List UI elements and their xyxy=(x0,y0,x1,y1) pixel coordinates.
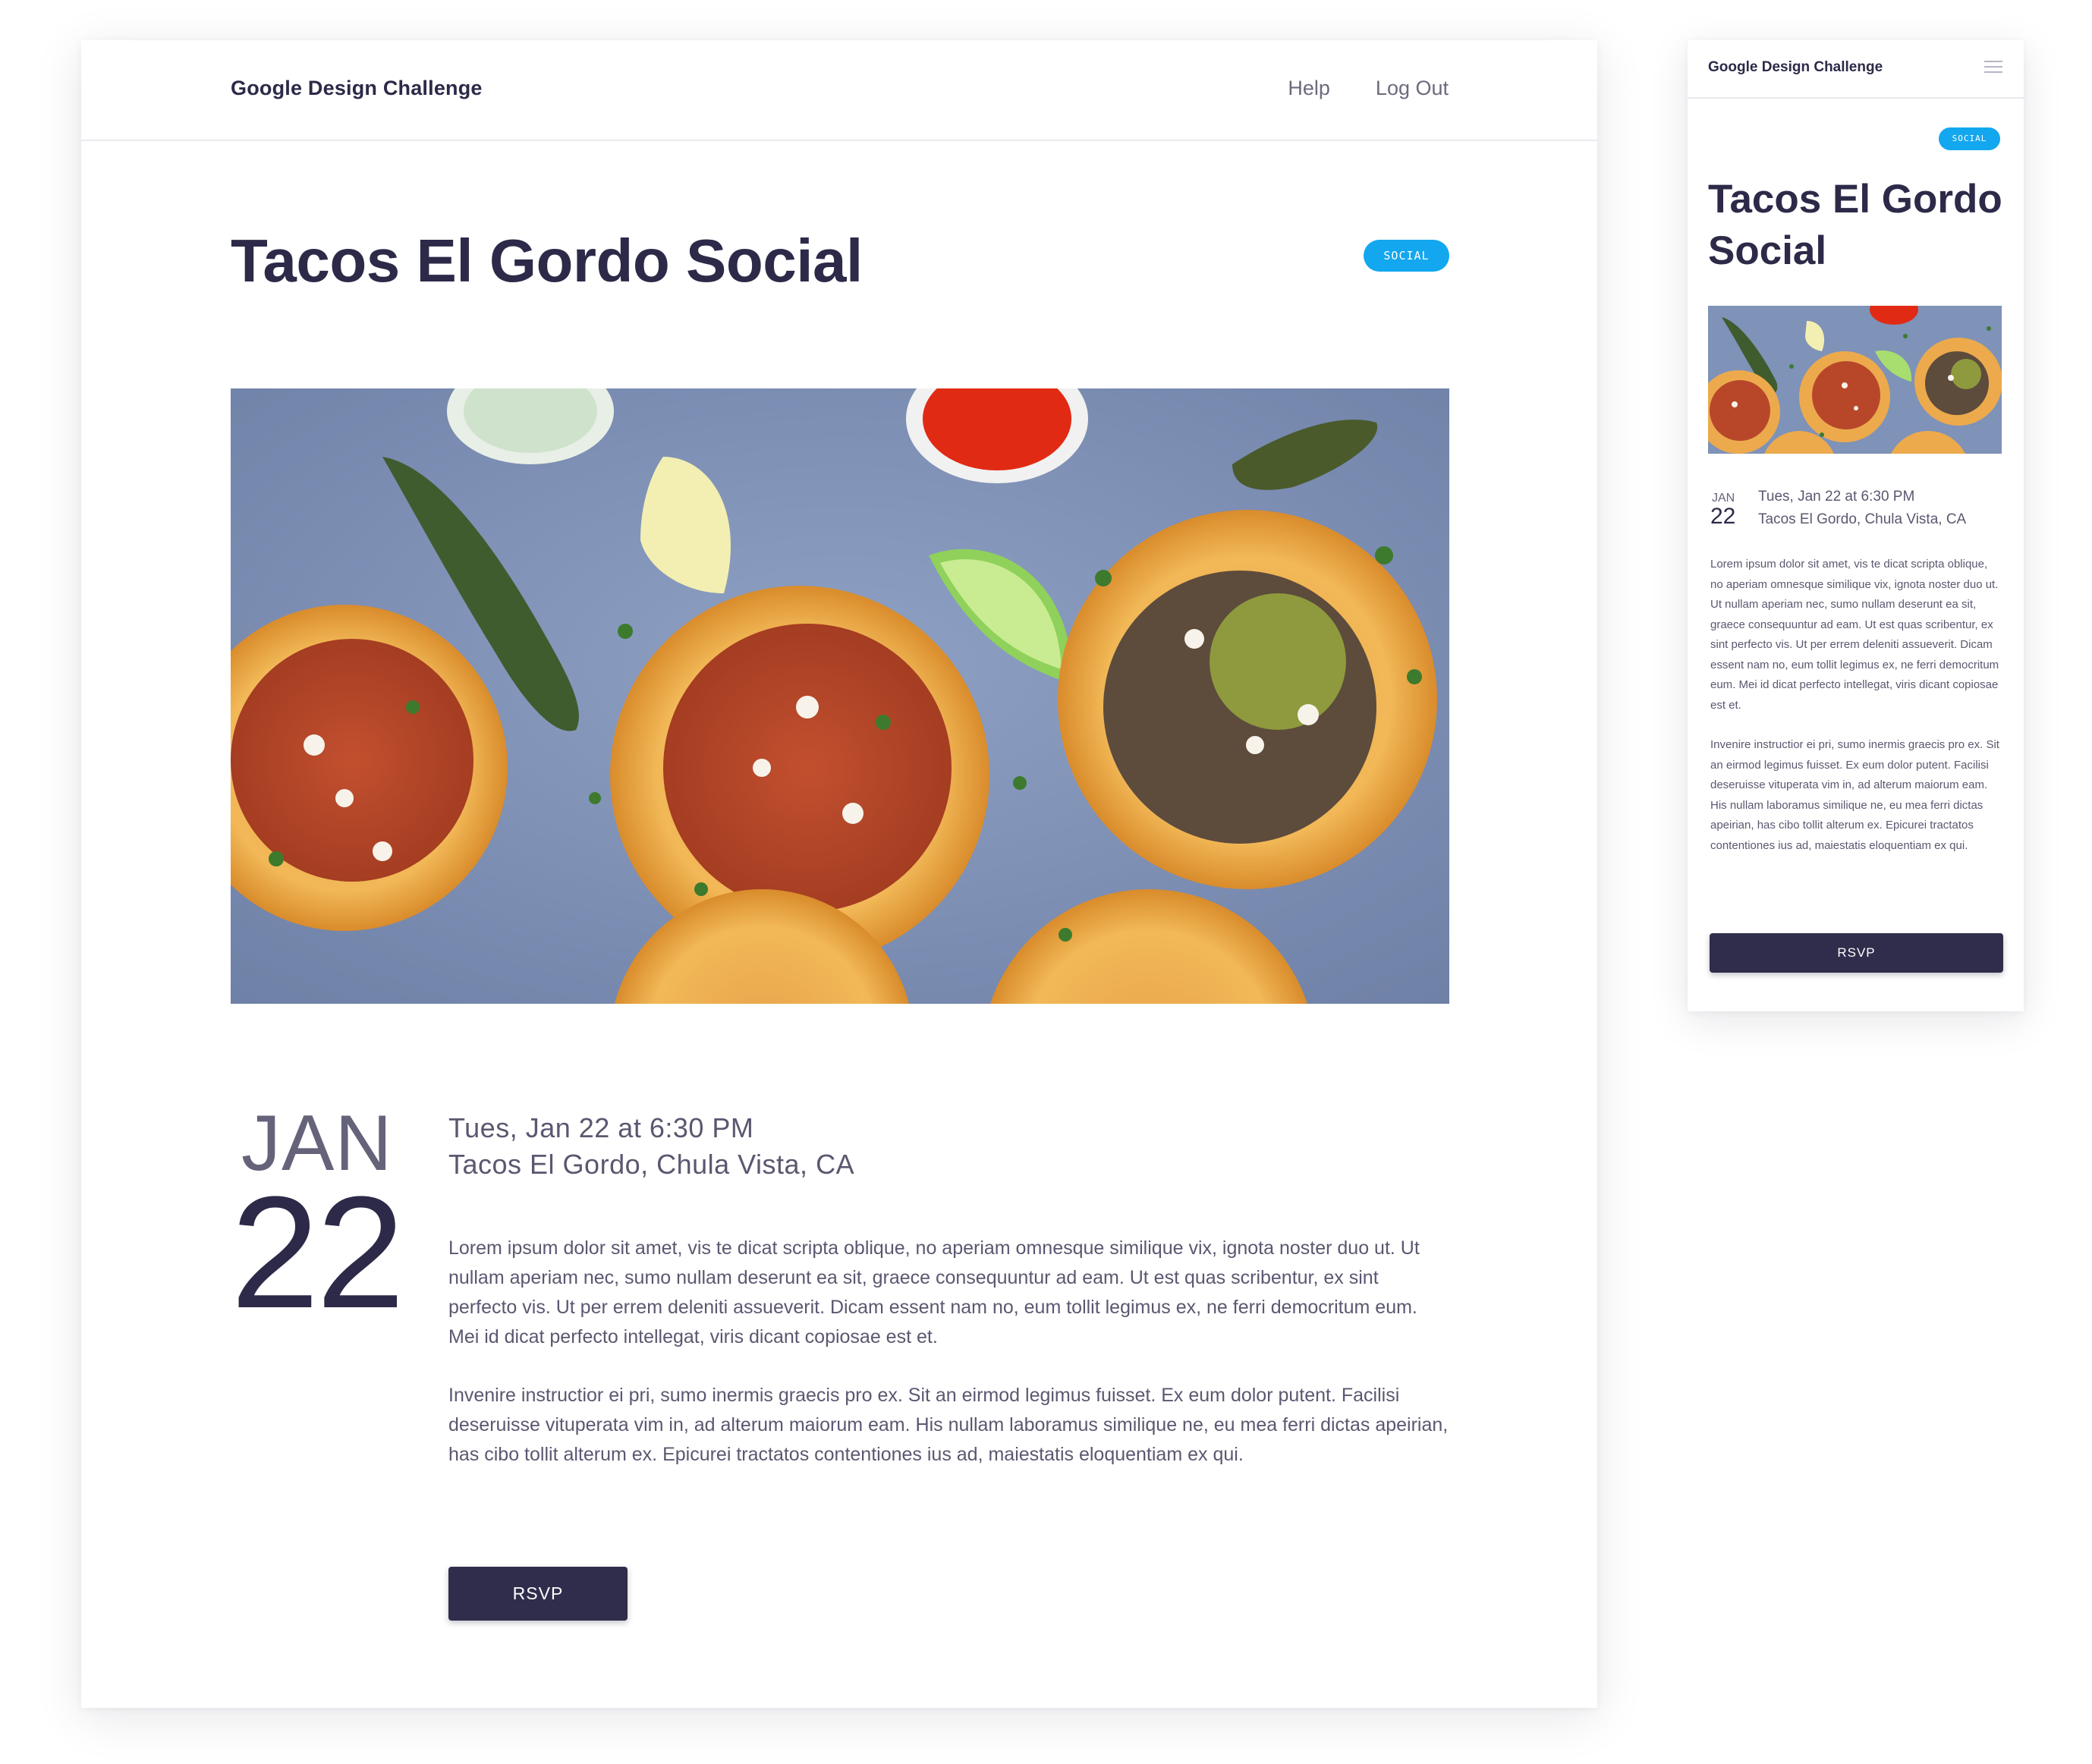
event-description: Lorem ipsum dolor sit amet, vis te dicat… xyxy=(1710,555,2001,876)
mobile-top-bar: Google Design Challenge xyxy=(1688,40,2024,99)
top-nav-bar: Google Design Challenge Help Log Out xyxy=(81,40,1597,141)
event-details: Tues, Jan 22 at 6:30 PM Tacos El Gordo, … xyxy=(1758,486,1966,531)
brand-logo[interactable]: Google Design Challenge xyxy=(231,77,483,100)
tacos-photo xyxy=(231,388,1449,1004)
category-badge: SOCIAL xyxy=(1939,127,2000,150)
description-paragraph: Invenire instructior ei pri, sumo inermi… xyxy=(1710,738,1999,852)
event-location: Tacos El Gordo, Chula Vista, CA xyxy=(448,1149,855,1180)
hero-image xyxy=(1708,306,2002,454)
event-title: Tacos El Gordo Social xyxy=(1708,177,2002,273)
event-title: Tacos El Gordo Social xyxy=(231,227,863,294)
hero-image xyxy=(231,388,1449,1004)
nav-links: Help Log Out xyxy=(1288,77,1449,100)
nav-help-link[interactable]: Help xyxy=(1288,77,1330,100)
hamburger-menu-icon[interactable] xyxy=(1984,61,2002,74)
event-datetime: Tues, Jan 22 at 6:30 PM xyxy=(1758,489,1915,505)
rsvp-button[interactable]: RSVP xyxy=(448,1567,628,1621)
description-paragraph: Lorem ipsum dolor sit amet, vis te dicat… xyxy=(448,1237,1420,1347)
description-paragraph: Invenire instructior ei pri, sumo inermi… xyxy=(448,1385,1449,1465)
rsvp-button[interactable]: RSVP xyxy=(1710,933,2003,973)
event-day: 22 xyxy=(1710,504,1736,529)
event-details: Tues, Jan 22 at 6:30 PM Tacos El Gordo, … xyxy=(448,1110,854,1183)
mobile-event-page: Google Design Challenge SOCIAL Tacos El … xyxy=(1688,40,2024,1011)
event-datetime: Tues, Jan 22 at 6:30 PM xyxy=(448,1112,754,1143)
event-description: Lorem ipsum dolor sit amet, vis te dicat… xyxy=(448,1234,1450,1498)
category-badge: SOCIAL xyxy=(1364,240,1449,272)
brand-logo[interactable]: Google Design Challenge xyxy=(1708,59,1883,76)
event-location: Tacos El Gordo, Chula Vista, CA xyxy=(1758,511,1967,527)
event-day: 22 xyxy=(231,1163,405,1341)
description-paragraph: Lorem ipsum dolor sit amet, vis te dicat… xyxy=(1710,558,1999,712)
desktop-event-page: Google Design Challenge Help Log Out Tac… xyxy=(81,40,1597,1708)
nav-logout-link[interactable]: Log Out xyxy=(1376,77,1449,100)
tacos-photo xyxy=(1708,306,2002,454)
